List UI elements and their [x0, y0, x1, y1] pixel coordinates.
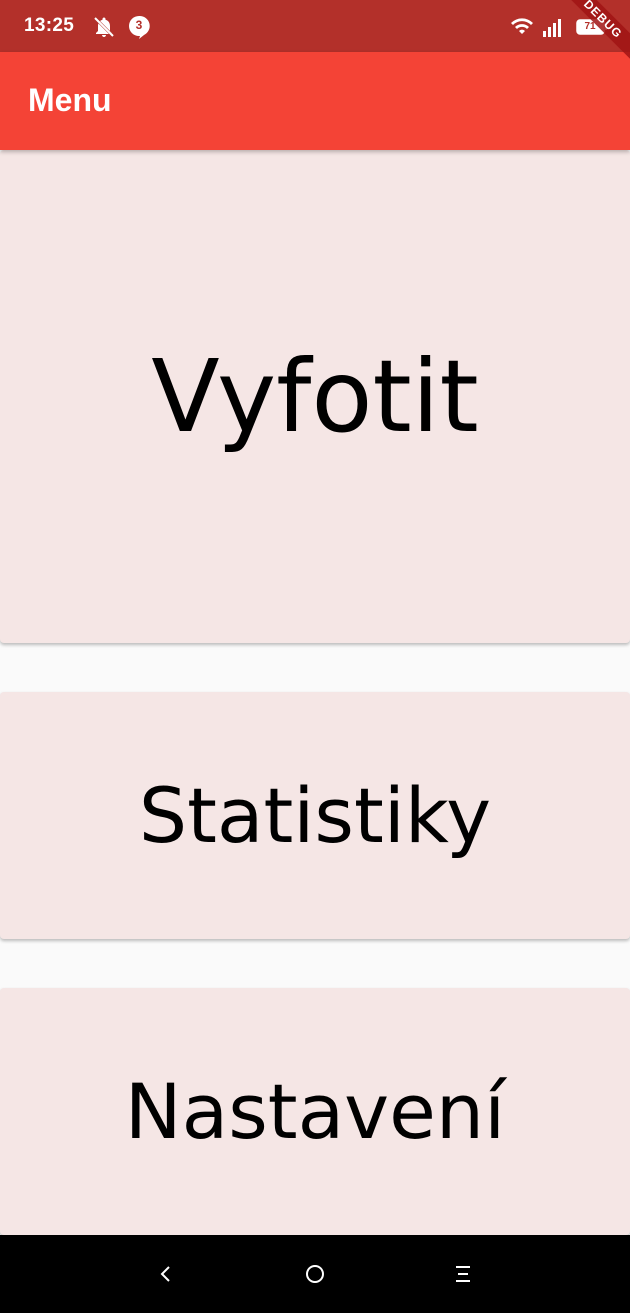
statistics-button[interactable]: Statistiky — [0, 692, 630, 939]
screen: 13:25 3 71 DEBUG Menu Vyfotit Statistiky… — [0, 0, 630, 1313]
notification-count: 3 — [135, 18, 143, 32]
bell-off-icon — [92, 15, 116, 44]
menu-icon[interactable] — [446, 1257, 480, 1291]
settings-label: Nastavení — [124, 1067, 506, 1156]
system-nav-bar — [0, 1235, 630, 1313]
page-title: Menu — [28, 82, 112, 118]
status-bar: 13:25 3 71 — [0, 0, 630, 52]
home-icon[interactable] — [298, 1257, 332, 1291]
app-bar: Menu — [0, 52, 630, 150]
settings-button[interactable]: Nastavení — [0, 988, 630, 1235]
take-photo-label: Vyfotit — [151, 338, 479, 455]
back-icon[interactable] — [148, 1257, 182, 1291]
statistics-label: Statistiky — [138, 771, 492, 860]
status-time: 13:25 — [24, 15, 75, 36]
wifi-icon — [510, 15, 534, 42]
take-photo-button[interactable]: Vyfotit — [0, 150, 630, 643]
signal-icon — [542, 16, 566, 43]
message-icon: 3 — [128, 15, 152, 39]
